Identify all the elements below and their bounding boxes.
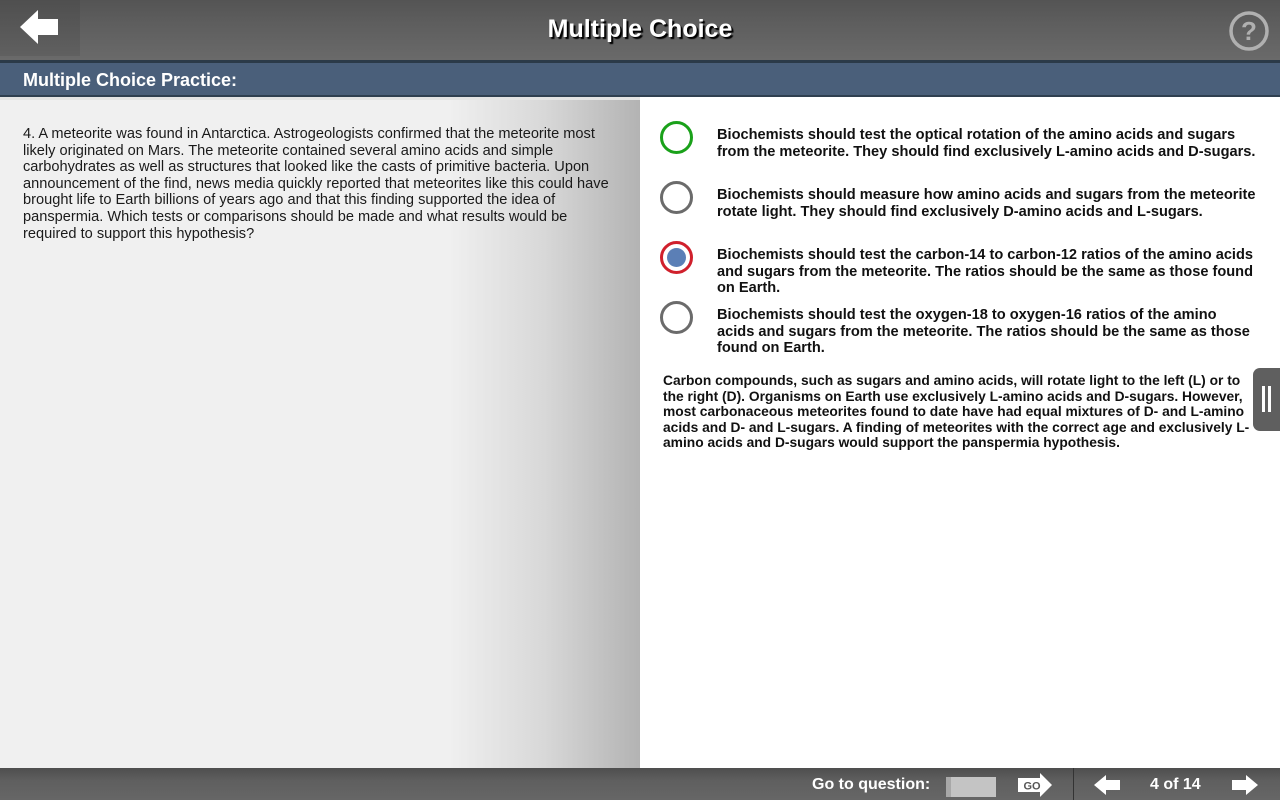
question-pane: 4. A meteorite was found in Antarctica. … [0, 97, 640, 768]
top-bar: Multiple Choice ? [0, 0, 1280, 60]
answers-pane: Biochemists should test the optical rota… [640, 97, 1280, 768]
go-arrow-icon: GO [1018, 773, 1052, 797]
go-button[interactable]: GO [1018, 773, 1052, 797]
page-title: Multiple Choice [547, 15, 733, 43]
grip-line-icon [1262, 386, 1265, 412]
answer-option-3[interactable]: Biochemists should test the carbon-14 to… [640, 241, 1260, 297]
section-title: Multiple Choice Practice: [23, 70, 238, 90]
radio-selected-icon[interactable] [660, 241, 693, 274]
arrow-right-icon [1232, 775, 1258, 795]
svg-text:?: ? [1241, 16, 1257, 46]
goto-question-input[interactable] [946, 777, 996, 797]
goto-label: Go to question: [812, 776, 931, 793]
help-button[interactable]: ? [1228, 10, 1270, 52]
answer-option-text: Biochemists should test the oxygen-18 to… [717, 307, 1250, 357]
answer-option-4[interactable]: Biochemists should test the oxygen-18 to… [640, 301, 1260, 357]
radio-unselected-icon[interactable] [660, 301, 693, 334]
answer-option-1[interactable]: Biochemists should test the optical rota… [640, 121, 1260, 175]
answer-option-text: Biochemists should test the carbon-14 to… [717, 247, 1254, 297]
radio-unselected-icon[interactable] [660, 181, 693, 214]
go-button-label: GO [1023, 781, 1041, 793]
section-header: Multiple Choice Practice: [0, 60, 1280, 97]
answer-option-2[interactable]: Biochemists should measure how amino aci… [640, 181, 1260, 235]
answer-option-text: Biochemists should test the optical rota… [717, 127, 1256, 160]
page-indicator: 4 of 14 [1150, 776, 1201, 793]
answer-option-text: Biochemists should measure how amino aci… [717, 187, 1256, 220]
bottom-bar: Go to question: GO 4 of 14 [0, 768, 1280, 800]
previous-question-button[interactable] [1094, 775, 1120, 795]
grip-line-icon [1268, 386, 1271, 412]
next-question-button[interactable] [1232, 775, 1258, 795]
question-circle-icon: ? [1229, 11, 1269, 51]
arrow-left-icon [1094, 775, 1120, 795]
panel-drag-handle[interactable] [1253, 368, 1280, 431]
answer-explanation: Carbon compounds, such as sugars and ami… [663, 373, 1250, 450]
footer-divider [1073, 768, 1074, 800]
question-text: 4. A meteorite was found in Antarctica. … [23, 126, 609, 242]
radio-correct-icon[interactable] [660, 121, 693, 154]
